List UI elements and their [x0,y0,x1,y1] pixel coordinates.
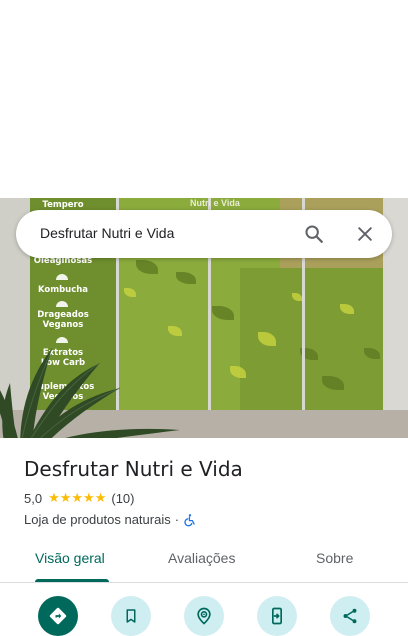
tab-indicator [35,579,109,582]
sign-text: Tempero [42,200,84,210]
sign-leaf-icon [56,274,68,280]
category-row: Loja de produtos naturais · [24,512,197,527]
tab-bar: Visão geral Avaliações Sobre [0,540,408,583]
search-icon[interactable] [300,220,328,248]
search-bar[interactable]: Desfrutar Nutri e Vida [16,210,392,258]
place-category: Loja de produtos naturais [24,512,171,527]
tab-reviews[interactable]: Avaliações [168,550,235,566]
rating-row[interactable]: 5,0 ★★★★★ (10) [24,491,134,506]
action-row [0,596,408,636]
nearby-button[interactable] [184,596,224,636]
send-to-phone-icon [272,607,282,625]
share-button[interactable] [330,596,370,636]
sign-text: Kombucha [37,285,89,295]
sign-leaf-icon [56,301,68,307]
palm-plant [0,347,180,438]
nearby-icon [197,607,211,625]
storefront-text: Nutri e Vida [190,198,240,208]
search-query[interactable]: Desfrutar Nutri e Vida [40,225,174,241]
directions-button[interactable] [38,596,78,636]
separator: · [174,512,180,527]
send-to-phone-button[interactable] [257,596,297,636]
bookmark-icon [126,609,136,623]
place-title: Desfrutar Nutri e Vida [24,457,243,481]
save-button[interactable] [111,596,151,636]
review-count[interactable]: (10) [111,491,134,506]
tab-overview[interactable]: Visão geral [35,550,105,566]
close-icon[interactable] [351,220,379,248]
map-area [0,0,408,198]
rating-stars: ★★★★★ [48,491,107,506]
directions-icon [49,607,67,625]
share-icon [343,608,357,624]
tab-about[interactable]: Sobre [316,550,353,566]
wheelchair-icon [183,513,197,527]
rating-value: 5,0 [24,491,43,506]
